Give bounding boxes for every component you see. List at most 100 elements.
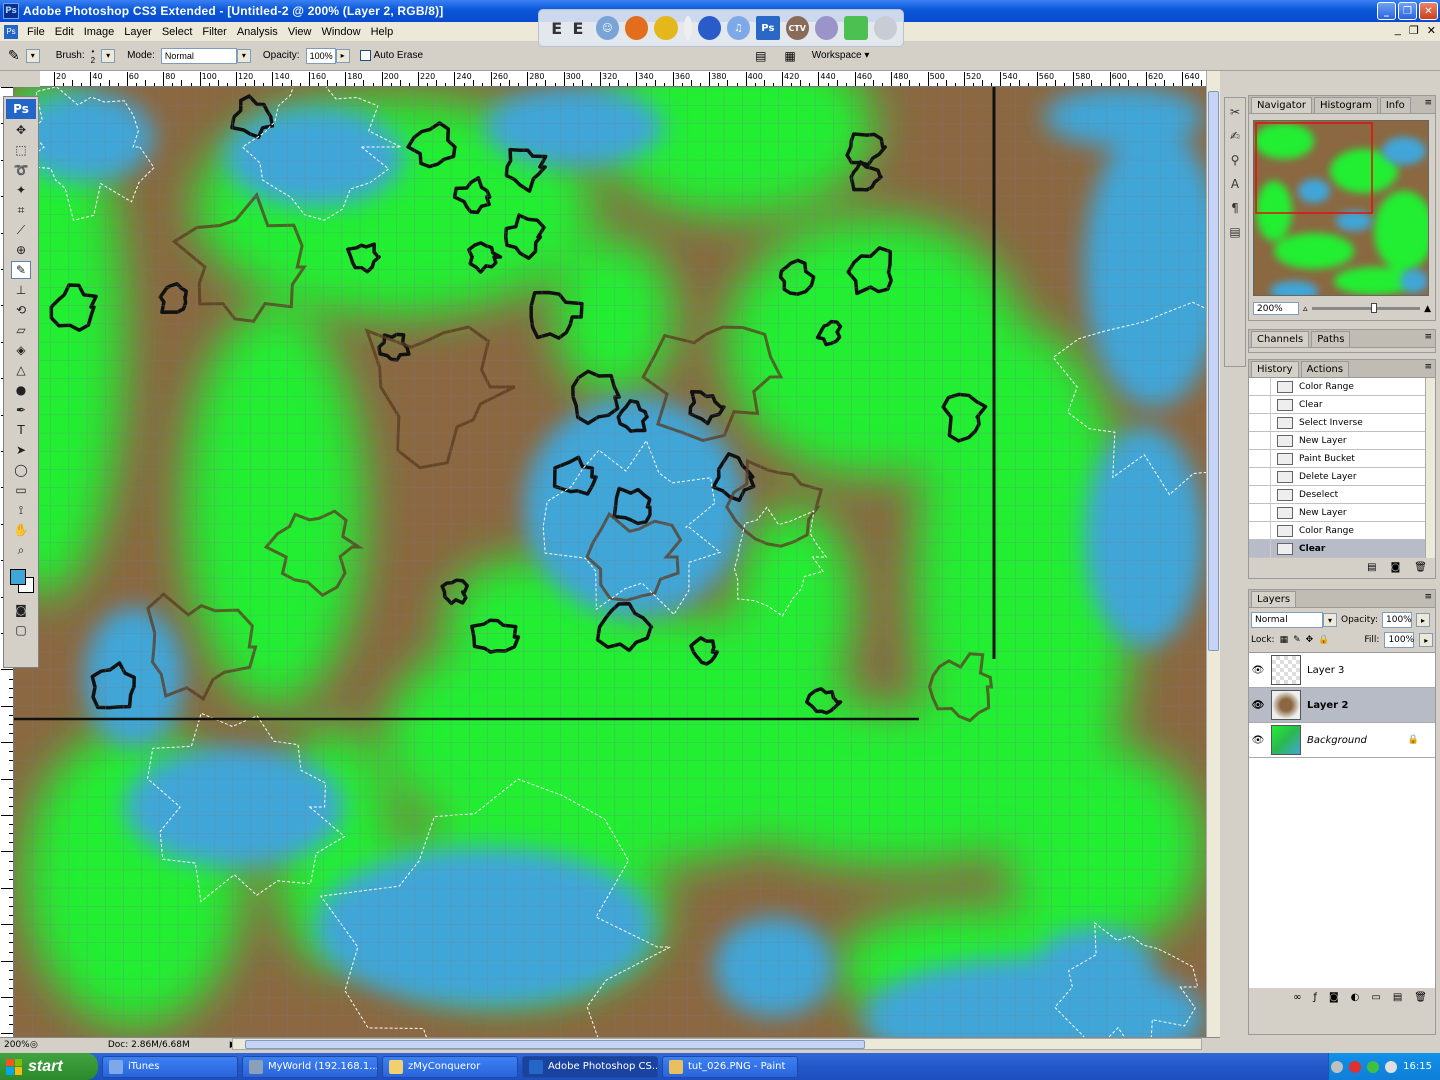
lock-image-icon[interactable]: ✎ bbox=[1293, 635, 1301, 645]
messenger-icon[interactable]: ☺ bbox=[595, 16, 620, 40]
blend-mode-select[interactable]: Normal bbox=[1251, 612, 1323, 628]
vertical-scroll-thumb[interactable] bbox=[1208, 91, 1219, 651]
paint-bucket-tool-icon[interactable]: ◈ bbox=[11, 341, 31, 359]
history-snapshot-checkbox[interactable] bbox=[1249, 449, 1271, 468]
security-icon[interactable] bbox=[1349, 1060, 1362, 1073]
panel-menu-icon[interactable]: ≡ bbox=[1424, 332, 1432, 342]
lock-transparency-icon[interactable]: ▦ bbox=[1280, 635, 1289, 645]
menu-window[interactable]: Window bbox=[316, 26, 365, 38]
zoom-in-icon[interactable]: ▲ bbox=[1424, 304, 1431, 314]
tab-actions[interactable]: Actions bbox=[1300, 361, 1350, 377]
zoom-tool-icon[interactable]: ⌕ bbox=[11, 541, 31, 559]
menu-edit[interactable]: Edit bbox=[50, 26, 79, 38]
new-layer-icon[interactable]: ▤ bbox=[1393, 992, 1402, 1003]
visibility-eye-icon[interactable]: 👁 bbox=[1249, 700, 1267, 711]
status-options-icon[interactable]: ◎ bbox=[30, 1040, 38, 1050]
panel-menu-icon[interactable]: ≡ bbox=[1424, 362, 1432, 372]
crop-tool-icon[interactable]: ⌗ bbox=[11, 201, 31, 219]
history-snapshot-checkbox[interactable] bbox=[1249, 378, 1271, 396]
paragraph-icon[interactable]: ¶ bbox=[1225, 198, 1245, 218]
opacity-field[interactable]: 100% bbox=[305, 47, 336, 64]
fill-field[interactable]: 100% bbox=[1384, 632, 1415, 648]
history-state[interactable]: New Layer bbox=[1249, 503, 1435, 522]
character-icon[interactable]: A bbox=[1225, 174, 1245, 194]
layer-style-icon[interactable]: ƒ bbox=[1313, 992, 1317, 1003]
key-icon[interactable] bbox=[844, 16, 868, 40]
menu-help[interactable]: Help bbox=[366, 26, 399, 38]
navigator-preview[interactable] bbox=[1253, 120, 1429, 296]
palette-well-icon[interactable]: ▤ bbox=[755, 49, 766, 63]
horizontal-scrollbar[interactable] bbox=[232, 1038, 1202, 1050]
mode-dropdown[interactable]: ▾ bbox=[236, 48, 251, 63]
photoshop-logo[interactable]: Ps bbox=[6, 99, 36, 119]
history-snapshot-checkbox[interactable] bbox=[1249, 503, 1271, 522]
sun-icon[interactable] bbox=[654, 16, 678, 40]
tab-paths[interactable]: Paths bbox=[1311, 331, 1351, 347]
slice-tool-icon[interactable]: ⟋ bbox=[11, 221, 31, 239]
blur-tool-icon[interactable]: △ bbox=[11, 361, 31, 379]
photoshop-icon[interactable]: Ps bbox=[756, 16, 780, 40]
menu-image[interactable]: Image bbox=[79, 26, 120, 38]
doc-close-button[interactable]: ✕ bbox=[1427, 24, 1436, 37]
vertical-scrollbar[interactable] bbox=[1206, 71, 1220, 1037]
ellipse-tool-icon[interactable]: ◯ bbox=[11, 461, 31, 479]
recycle-icon[interactable] bbox=[873, 16, 897, 40]
healing-brush-tool-icon[interactable]: ⊕ bbox=[11, 241, 31, 259]
menu-layer[interactable]: Layer bbox=[119, 26, 157, 38]
tab-histogram[interactable]: Histogram bbox=[1313, 97, 1378, 113]
layer-comps-icon[interactable]: ▤ bbox=[1225, 222, 1245, 242]
lasso-tool-icon[interactable]: ➰ bbox=[11, 161, 31, 179]
clone-stamp-tool-icon[interactable]: ⊥ bbox=[11, 281, 31, 299]
photoshop-app-icon[interactable]: Ps bbox=[3, 3, 19, 19]
brush-dropdown[interactable]: ▾ bbox=[101, 48, 116, 63]
hand-tool-icon[interactable]: ✋ bbox=[11, 521, 31, 539]
move-tool-icon[interactable]: ✥ bbox=[11, 121, 31, 139]
messenger-tray-icon[interactable] bbox=[1367, 1060, 1380, 1073]
opacity-slider-button[interactable]: ▸ bbox=[335, 48, 350, 63]
doc-minimize-button[interactable]: _ bbox=[1395, 24, 1401, 37]
mode-select[interactable]: Normal bbox=[160, 47, 237, 64]
brush-preview[interactable]: • 2 bbox=[91, 47, 95, 65]
itunes-icon[interactable]: ♫ bbox=[726, 16, 751, 40]
zoom-level[interactable]: 200% bbox=[0, 1040, 30, 1050]
fill-slider-button[interactable]: ▸ bbox=[1419, 633, 1433, 647]
layer-name[interactable]: Background bbox=[1307, 735, 1367, 746]
tab-navigator[interactable]: Navigator bbox=[1251, 97, 1312, 113]
visibility-eye-icon[interactable]: 👁 bbox=[1249, 665, 1267, 676]
document-canvas[interactable] bbox=[14, 87, 1206, 1037]
screen-mode-icon[interactable]: ▢ bbox=[11, 621, 31, 639]
tool-presets-icon[interactable]: ✂ bbox=[1225, 102, 1245, 122]
path-selection-tool-icon[interactable]: ➤ bbox=[11, 441, 31, 459]
history-state[interactable]: Clear bbox=[1249, 395, 1435, 414]
tab-channels[interactable]: Channels bbox=[1251, 331, 1310, 347]
quick-mask-icon[interactable]: ◙ bbox=[11, 601, 31, 619]
workspace-button[interactable]: Workspace ▾ bbox=[812, 50, 870, 61]
layer-opacity-slider-button[interactable]: ▸ bbox=[1416, 613, 1430, 627]
bar-icon[interactable] bbox=[814, 16, 839, 40]
minimize-button[interactable]: _ bbox=[1377, 2, 1396, 20]
history-snapshot-checkbox[interactable] bbox=[1249, 413, 1271, 432]
close-button[interactable]: ✕ bbox=[1419, 2, 1438, 20]
navigator-zoom-field[interactable]: 200% bbox=[1253, 302, 1299, 315]
layer-row[interactable]: 👁 Layer 2 bbox=[1249, 688, 1435, 723]
visibility-eye-icon[interactable]: 👁 bbox=[1249, 735, 1267, 746]
menu-select[interactable]: Select bbox=[157, 26, 198, 38]
horizontal-scroll-thumb[interactable] bbox=[245, 1040, 865, 1049]
tool-preset-dropdown[interactable]: ▾ bbox=[25, 48, 40, 63]
firefox-icon[interactable] bbox=[625, 16, 649, 40]
doc-restore-button[interactable]: ❐ bbox=[1409, 24, 1419, 37]
brush-palette-icon[interactable]: ▦ bbox=[784, 49, 795, 63]
history-state[interactable]: Deselect bbox=[1249, 485, 1435, 504]
delete-state-icon[interactable]: 🗑 bbox=[1414, 562, 1427, 573]
zoom-slider[interactable] bbox=[1311, 303, 1421, 313]
e-icon-2[interactable]: E bbox=[566, 16, 589, 40]
history-snapshot-checkbox[interactable] bbox=[1249, 431, 1271, 450]
marquee-tool-icon[interactable]: ⬚ bbox=[11, 141, 31, 159]
history-brush-tool-icon[interactable]: ⟲ bbox=[11, 301, 31, 319]
pencil-tool-icon[interactable]: ✎ bbox=[8, 47, 20, 64]
start-button[interactable]: start bbox=[0, 1053, 98, 1080]
history-state[interactable]: Paint Bucket bbox=[1249, 449, 1435, 468]
layer-row[interactable]: 👁 Layer 3 bbox=[1249, 653, 1435, 688]
link-layers-icon[interactable]: ∞ bbox=[1293, 992, 1301, 1003]
ctv-icon[interactable]: CTV bbox=[785, 16, 809, 40]
